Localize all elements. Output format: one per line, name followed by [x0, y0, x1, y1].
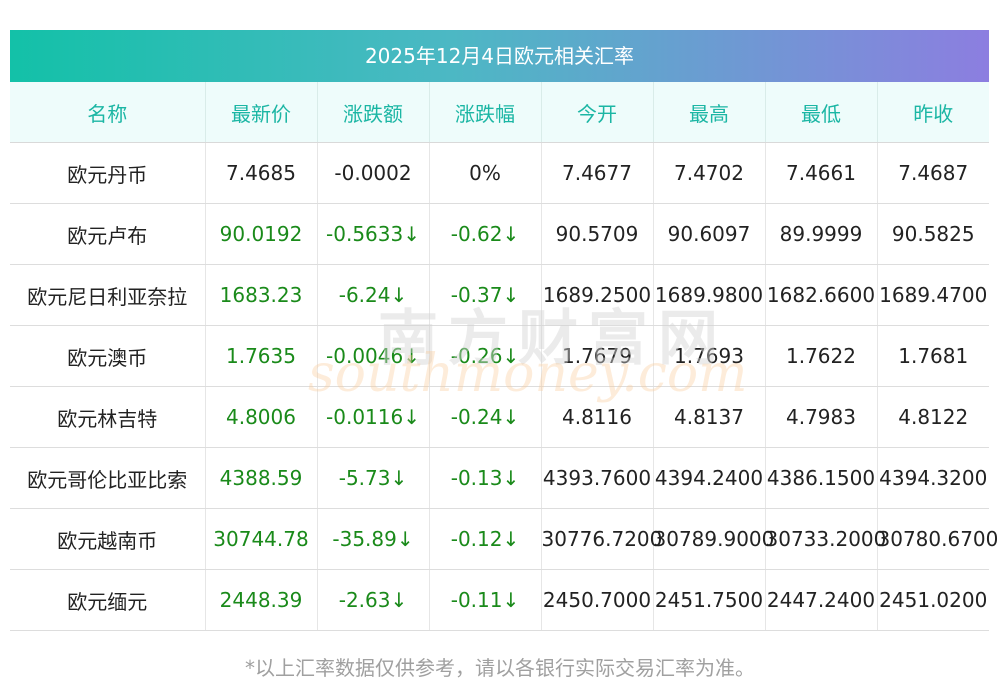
cell-name: 欧元哥伦比亚比索 — [10, 447, 206, 509]
cell-prev: 4394.3200 — [877, 447, 989, 509]
cell-name: 欧元卢布 — [10, 203, 206, 265]
table-row: 欧元越南币 30744.78 -35.89↓ -0.12↓ 30776.7200… — [10, 508, 998, 570]
table-row: 欧元哥伦比亚比索 4388.59 -5.73↓ -0.13↓ 4393.7600… — [10, 447, 989, 509]
cell-latest: 90.0192 — [205, 203, 318, 265]
cell-low: 4386.1500 — [765, 447, 878, 509]
cell-prev: 7.4687 — [877, 142, 989, 204]
cell-low: 89.9999 — [765, 203, 878, 265]
cell-latest: 30744.78 — [205, 508, 318, 570]
cell-change: -2.63↓ — [317, 569, 430, 631]
cell-name: 欧元澳币 — [10, 325, 206, 387]
header-pct: 涨跌幅 — [429, 82, 542, 143]
cell-high: 2451.7500 — [653, 569, 766, 631]
cell-low: 1.7622 — [765, 325, 878, 387]
cell-change: -0.5633↓ — [317, 203, 430, 265]
cell-low: 2447.2400 — [765, 569, 878, 631]
cell-open: 90.5709 — [541, 203, 654, 265]
table-row: 欧元尼日利亚奈拉 1683.23 -6.24↓ -0.37↓ 1689.2500… — [10, 264, 989, 326]
header-row: 名称 最新价 涨跌额 涨跌幅 今开 最高 最低 昨收 — [10, 82, 989, 143]
cell-open: 30776.7200 — [541, 508, 662, 570]
cell-pct: -0.24↓ — [429, 386, 542, 448]
cell-change: -0.0116↓ — [317, 386, 430, 448]
cell-high: 30789.9000 — [653, 508, 774, 570]
header-high: 最高 — [653, 82, 766, 143]
header-change: 涨跌额 — [317, 82, 430, 143]
cell-change: -35.89↓ — [317, 508, 430, 570]
table-title: 2025年12月4日欧元相关汇率 — [10, 30, 989, 82]
header-prev: 昨收 — [877, 82, 989, 143]
cell-latest: 2448.39 — [205, 569, 318, 631]
cell-low: 1682.6600 — [765, 264, 878, 326]
cell-change: -0.0046↓ — [317, 325, 430, 387]
cell-prev: 2451.0200 — [877, 569, 989, 631]
cell-high: 7.4702 — [653, 142, 766, 204]
cell-prev: 4.8122 — [877, 386, 989, 448]
cell-latest: 4388.59 — [205, 447, 318, 509]
cell-high: 1.7693 — [653, 325, 766, 387]
cell-name: 欧元丹币 — [10, 142, 206, 204]
cell-pct: -0.12↓ — [429, 508, 542, 570]
cell-name: 欧元尼日利亚奈拉 — [10, 264, 206, 326]
cell-change: -5.73↓ — [317, 447, 430, 509]
header-open: 今开 — [541, 82, 654, 143]
cell-low: 4.7983 — [765, 386, 878, 448]
cell-latest: 1.7635 — [205, 325, 318, 387]
cell-pct: -0.26↓ — [429, 325, 542, 387]
header-name: 名称 — [10, 82, 206, 143]
table-row: 欧元丹币 7.4685 -0.0002 0% 7.4677 7.4702 7.4… — [10, 142, 989, 204]
cell-name: 欧元缅元 — [10, 569, 206, 631]
cell-pct: 0% — [429, 142, 542, 204]
cell-name: 欧元越南币 — [10, 508, 206, 570]
cell-pct: -0.11↓ — [429, 569, 542, 631]
table-body: 欧元丹币 7.4685 -0.0002 0% 7.4677 7.4702 7.4… — [10, 142, 998, 631]
cell-latest: 4.8006 — [205, 386, 318, 448]
cell-high: 4394.2400 — [653, 447, 766, 509]
cell-low: 7.4661 — [765, 142, 878, 204]
cell-high: 4.8137 — [653, 386, 766, 448]
exchange-rate-table: 2025年12月4日欧元相关汇率 名称 最新价 涨跌额 涨跌幅 今开 最高 最低… — [10, 30, 998, 631]
cell-open: 4.8116 — [541, 386, 654, 448]
cell-open: 4393.7600 — [541, 447, 654, 509]
footnote: *以上汇率数据仅供参考，请以各银行实际交易汇率为准。 — [245, 656, 755, 680]
cell-latest: 1683.23 — [205, 264, 318, 326]
cell-change: -6.24↓ — [317, 264, 430, 326]
cell-latest: 7.4685 — [205, 142, 318, 204]
cell-change: -0.0002 — [317, 142, 430, 204]
cell-prev: 90.5825 — [877, 203, 989, 265]
cell-prev: 1.7681 — [877, 325, 989, 387]
table-row: 欧元林吉特 4.8006 -0.0116↓ -0.24↓ 4.8116 4.81… — [10, 386, 989, 448]
rates-table: 名称 最新价 涨跌额 涨跌幅 今开 最高 最低 昨收 欧元丹币 7.4685 -… — [10, 82, 998, 631]
header-latest: 最新价 — [205, 82, 318, 143]
table-row: 欧元卢布 90.0192 -0.5633↓ -0.62↓ 90.5709 90.… — [10, 203, 989, 265]
cell-prev: 30780.6700 — [877, 508, 998, 570]
cell-open: 7.4677 — [541, 142, 654, 204]
cell-pct: -0.62↓ — [429, 203, 542, 265]
cell-open: 1689.2500 — [541, 264, 654, 326]
cell-high: 1689.9800 — [653, 264, 766, 326]
cell-name: 欧元林吉特 — [10, 386, 206, 448]
cell-prev: 1689.4700 — [877, 264, 989, 326]
header-low: 最低 — [765, 82, 878, 143]
cell-open: 1.7679 — [541, 325, 654, 387]
table-row: 欧元缅元 2448.39 -2.63↓ -0.11↓ 2450.7000 245… — [10, 569, 989, 631]
cell-high: 90.6097 — [653, 203, 766, 265]
cell-pct: -0.37↓ — [429, 264, 542, 326]
table-row: 欧元澳币 1.7635 -0.0046↓ -0.26↓ 1.7679 1.769… — [10, 325, 989, 387]
cell-pct: -0.13↓ — [429, 447, 542, 509]
cell-low: 30733.2000 — [765, 508, 886, 570]
cell-open: 2450.7000 — [541, 569, 654, 631]
